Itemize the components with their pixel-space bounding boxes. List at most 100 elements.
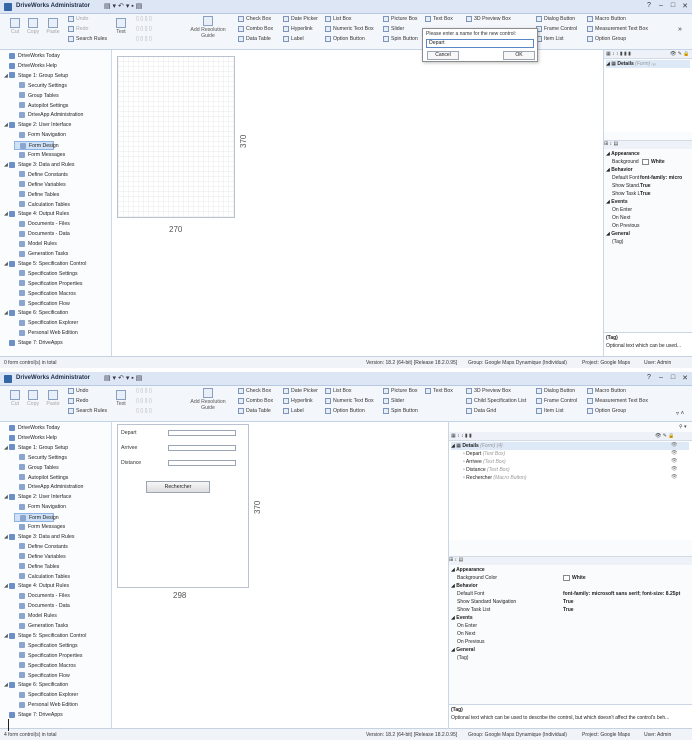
nav-item[interactable]: ◢ Stage 4: Output Rules bbox=[4, 582, 69, 591]
category-events[interactable]: ◢ Events bbox=[606, 198, 628, 206]
tree-item-depart[interactable]: ▫ Depart (Text Box) bbox=[463, 450, 505, 458]
measurement-text-box-control[interactable]: Measurement Text Box bbox=[587, 397, 648, 406]
nav-item[interactable]: DriveWorks Today bbox=[4, 424, 60, 433]
nav-item[interactable]: Specification Flow bbox=[14, 672, 70, 681]
nav-item[interactable]: Define Variables bbox=[14, 553, 66, 562]
form-textbox-distance[interactable] bbox=[168, 460, 236, 466]
prop-show-standard-value[interactable]: True bbox=[640, 182, 651, 190]
category-behavior[interactable]: ◢ Behavior bbox=[451, 582, 478, 590]
ribbon-collapse-icon[interactable]: ▿ ˄ bbox=[676, 410, 684, 419]
nav-item[interactable]: Form Messages bbox=[14, 151, 65, 160]
add-resolution-guide-button[interactable]: Add Resolution Guide bbox=[188, 16, 228, 39]
nav-item[interactable]: Generation Tasks bbox=[14, 250, 68, 259]
qat-menu-icon[interactable]: ▤ ▾ ↶ ▾ ▪ ▤ bbox=[104, 2, 142, 12]
nav-item[interactable]: Define Constants bbox=[14, 171, 68, 180]
nav-item[interactable]: ◢ Stage 5: Specification Control bbox=[4, 632, 86, 641]
tree-root[interactable]: ◢ ▦ Details (Form) (4) bbox=[451, 442, 689, 450]
pane-toolbar-icons[interactable]: ▦ ↕ ↕ ▮ ▮ bbox=[451, 433, 472, 439]
nav-item[interactable]: Calculation Tables bbox=[14, 201, 70, 210]
nav-item[interactable]: ◢ Stage 3: Data and Rules bbox=[4, 161, 75, 170]
prop-toolbar[interactable]: ⊞ ↕ ▤ bbox=[604, 140, 692, 149]
help-button[interactable]: ? bbox=[644, 2, 654, 9]
picture-box-control[interactable]: Picture Box bbox=[383, 387, 418, 396]
control-name-input[interactable]: Depart bbox=[426, 39, 534, 48]
nav-item[interactable]: Specification Macros bbox=[14, 290, 76, 299]
nav-item[interactable]: ◢ Stage 2: User Interface bbox=[4, 121, 71, 130]
check-box-control[interactable]: Check Box bbox=[238, 387, 271, 396]
close-button[interactable]: ✕ bbox=[680, 374, 690, 382]
minimize-button[interactable]: – bbox=[656, 2, 666, 9]
category-general[interactable]: ◢ General bbox=[451, 646, 475, 654]
nav-item[interactable]: Model Rules bbox=[14, 612, 57, 621]
filter-icon[interactable]: ⚲ ▾ bbox=[679, 424, 687, 430]
redo-button[interactable]: Redo bbox=[68, 397, 88, 406]
size-icons[interactable]: ▯ ▯ ▯ ▯ bbox=[136, 35, 152, 44]
undo-button[interactable]: Undo bbox=[68, 387, 88, 396]
form-surface[interactable] bbox=[117, 56, 235, 218]
nav-item[interactable]: Personal Web Edition bbox=[14, 329, 78, 338]
nav-item[interactable]: ◢ Stage 2: User Interface bbox=[4, 493, 71, 502]
nav-item[interactable]: ◢ Stage 6: Specification bbox=[4, 309, 68, 318]
tree-root[interactable]: ◢ ▦ Details (Form) ₍₆₎ bbox=[606, 60, 690, 68]
nav-item[interactable]: Define Tables bbox=[14, 563, 59, 572]
visibility-eye-icon[interactable]: 👁 bbox=[671, 442, 677, 448]
prop-toolbar[interactable]: ⊞ ↕ ▤ bbox=[449, 556, 692, 565]
search-rules-button[interactable]: Search Rules bbox=[68, 35, 107, 44]
prop-background[interactable]: Background bbox=[612, 158, 639, 166]
data-table-control[interactable]: Data Table bbox=[238, 407, 271, 416]
category-appearance[interactable]: ◢ Appearance bbox=[606, 150, 640, 158]
option-group-control[interactable]: Option Group bbox=[587, 407, 626, 416]
child-spec-list-control[interactable]: Child Specification List bbox=[466, 397, 526, 406]
prop-on-enter[interactable]: On Enter bbox=[457, 622, 477, 630]
hyperlink-control[interactable]: Hyperlink bbox=[283, 25, 313, 34]
text-button[interactable]: Text bbox=[108, 18, 134, 35]
nav-item[interactable]: Documents - Files bbox=[14, 592, 70, 601]
measurement-text-box-control[interactable]: Measurement Text Box bbox=[587, 25, 648, 34]
undo-button[interactable]: Undo bbox=[68, 15, 88, 24]
visibility-eye-icon[interactable]: 👁 bbox=[671, 450, 677, 456]
nav-item[interactable]: Security Settings bbox=[14, 454, 67, 463]
prop-show-task-list[interactable]: Show Task List bbox=[457, 606, 490, 614]
nav-item[interactable]: Define Constants bbox=[14, 543, 68, 552]
prop-background-color[interactable]: Background Color bbox=[457, 574, 497, 582]
nav-item[interactable]: ◢ Stage 4: Output Rules bbox=[4, 210, 69, 219]
prop-background-color-value[interactable]: White bbox=[563, 574, 586, 582]
nav-item[interactable]: DriveApp Administration bbox=[14, 483, 83, 492]
nav-item[interactable]: Documents - Data bbox=[14, 230, 70, 239]
form-rechercher-button[interactable]: Rechercher bbox=[146, 481, 210, 493]
nav-item[interactable]: Autopilot Settings bbox=[14, 474, 68, 483]
form-label-distance[interactable]: Distance bbox=[121, 460, 141, 466]
text-box-control[interactable]: Text Box bbox=[425, 15, 453, 24]
nav-item[interactable]: DriveWorks Help bbox=[4, 62, 57, 71]
nav-item[interactable]: Documents - Files bbox=[14, 220, 70, 229]
label-control[interactable]: Label bbox=[283, 407, 304, 416]
text-box-control[interactable]: Text Box bbox=[425, 387, 453, 396]
item-list-control[interactable]: Item List bbox=[536, 407, 564, 416]
spin-button-control[interactable]: Spin Button bbox=[383, 35, 418, 44]
paste-button[interactable]: Paste bbox=[40, 18, 66, 35]
tree-item-distance[interactable]: ▫ Distance (Text Box) bbox=[463, 466, 510, 474]
minimize-button[interactable]: – bbox=[656, 374, 666, 381]
list-box-control[interactable]: List Box bbox=[325, 15, 351, 24]
form-textbox-arrivee[interactable] bbox=[168, 445, 236, 451]
nav-item[interactable]: Specification Explorer bbox=[14, 691, 78, 700]
slider-control[interactable]: Slider bbox=[383, 25, 404, 34]
nav-item[interactable]: Form Navigation bbox=[14, 503, 66, 512]
combo-box-control[interactable]: Combo Box bbox=[238, 25, 273, 34]
format-icons[interactable]: ▯ ▯ ▯ ▯ bbox=[136, 387, 152, 396]
option-button-control[interactable]: Option Button bbox=[325, 407, 365, 416]
nav-item[interactable]: Stage 7: DriveApps bbox=[4, 711, 63, 720]
paste-button[interactable]: Paste bbox=[40, 390, 66, 407]
nav-item[interactable]: Specification Flow bbox=[14, 300, 70, 309]
form-label-arrivee[interactable]: Arrivee bbox=[121, 445, 137, 451]
size-icons[interactable]: ▯ ▯ ▯ ▯ bbox=[136, 407, 152, 416]
visibility-eye-icon[interactable]: 👁 bbox=[671, 458, 677, 464]
nav-item[interactable]: Generation Tasks bbox=[14, 622, 68, 631]
nav-item[interactable]: Group Tables bbox=[14, 464, 59, 473]
nav-item[interactable]: Form Navigation bbox=[14, 131, 66, 140]
nav-item[interactable]: Security Settings bbox=[14, 82, 67, 91]
form-surface[interactable]: Depart Arrivee Distance Rechercher bbox=[117, 424, 249, 588]
nav-item[interactable]: DriveApp Administration bbox=[14, 111, 83, 120]
label-control[interactable]: Label bbox=[283, 35, 304, 44]
prop-background-value[interactable]: White bbox=[642, 158, 665, 166]
